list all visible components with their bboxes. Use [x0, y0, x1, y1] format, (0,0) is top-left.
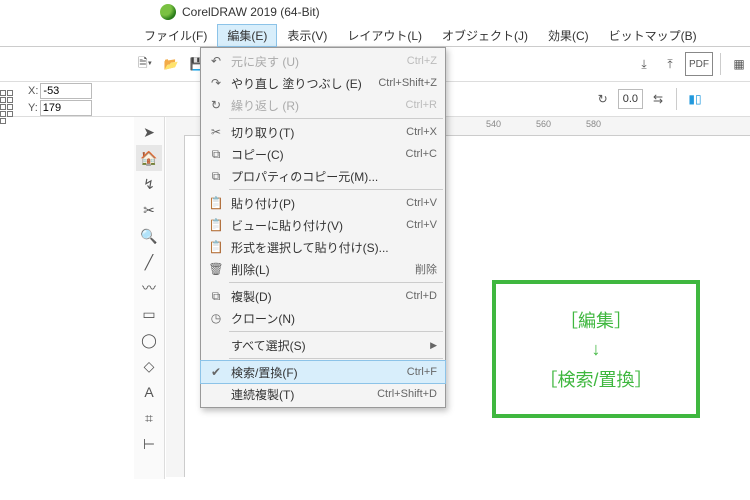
- menu-delete[interactable]: 🗑 削除(L) 削除: [201, 258, 445, 280]
- smear-tool-icon[interactable]: 〰: [136, 275, 162, 301]
- menu-copy[interactable]: ⧉ コピー(C) Ctrl+C: [201, 143, 445, 165]
- align-icon[interactable]: ▮▯: [684, 88, 706, 110]
- repeat-icon: ↻: [205, 98, 227, 112]
- callout-arrow: ↓: [592, 339, 601, 360]
- menu-bitmap[interactable]: ビットマップ(B): [599, 24, 707, 47]
- table-tool-icon[interactable]: ⌗: [136, 405, 162, 431]
- y-input[interactable]: [40, 100, 92, 116]
- duplicate-icon: ⧉: [205, 289, 227, 304]
- callout-line3: ［検索/置換］: [539, 366, 652, 392]
- zoom-tool-icon[interactable]: 🔍: [136, 223, 162, 249]
- mirror-icon[interactable]: ⇆: [647, 88, 669, 110]
- check-icon: ✔: [205, 365, 227, 379]
- paste-view-icon: 📋: [205, 218, 227, 232]
- ellipse-tool-icon[interactable]: ◯: [136, 327, 162, 353]
- text-tool-icon[interactable]: A: [136, 379, 162, 405]
- cut-icon: ✂: [205, 125, 227, 139]
- ruler-tick: 580: [586, 119, 601, 129]
- menu-repeat[interactable]: ↻ 繰り返し (R) Ctrl+R: [201, 94, 445, 116]
- clone-icon: ◷: [205, 311, 227, 325]
- crop-tool-icon[interactable]: ✂: [136, 197, 162, 223]
- menu-object[interactable]: オブジェクト(J): [432, 24, 538, 47]
- snap-icon[interactable]: ▦: [728, 53, 750, 75]
- pdf-icon[interactable]: PDF: [685, 52, 713, 76]
- menu-select-all[interactable]: すべて選択(S) ▶: [201, 334, 445, 356]
- menu-cut[interactable]: ✂ 切り取り(T) Ctrl+X: [201, 121, 445, 143]
- menu-copy-properties[interactable]: ⧉ プロパティのコピー元(M)...: [201, 165, 445, 187]
- menu-effect[interactable]: 効果(C): [538, 24, 599, 47]
- y-label: Y:: [28, 102, 38, 114]
- rotation-input[interactable]: 0.0: [618, 89, 643, 109]
- title-bar: CorelDRAW 2019 (64-Bit): [0, 0, 750, 24]
- annotation-callout: ［編集］ ↓ ［検索/置換］: [492, 280, 700, 418]
- rectangle-tool-icon[interactable]: ▭: [136, 301, 162, 327]
- x-label: X:: [28, 85, 38, 97]
- ruler-tick: 540: [486, 119, 501, 129]
- paste-icon: 📋: [205, 196, 227, 210]
- toolbox: ➤ 🏠 ↯ ✂ 🔍 ╱ 〰 ▭ ◯ ◇ A ⌗ ⊢: [134, 117, 165, 479]
- property-grip-icon: [0, 90, 18, 108]
- undo-icon: ↶: [205, 54, 227, 68]
- menu-duplicate[interactable]: ⧉ 複製(D) Ctrl+D: [201, 285, 445, 307]
- pick-tool-icon[interactable]: ➤: [136, 119, 162, 145]
- redo-icon: ↷: [205, 76, 227, 90]
- ruler-tick: 560: [536, 119, 551, 129]
- home-icon[interactable]: 🏠: [136, 145, 162, 171]
- open-icon[interactable]: 📂: [160, 53, 182, 75]
- menu-step-duplicate[interactable]: 連続複製(T) Ctrl+Shift+D: [201, 383, 445, 405]
- coreldraw-logo-icon: [160, 4, 176, 20]
- menu-redo[interactable]: ↷ やり直し 塗りつぶし (E) Ctrl+Shift+Z: [201, 72, 445, 94]
- paste-special-icon: 📋: [205, 240, 227, 254]
- copy-icon: ⧉: [205, 147, 227, 162]
- delete-icon: 🗑: [205, 262, 227, 276]
- polygon-tool-icon[interactable]: ◇: [136, 353, 162, 379]
- menu-layout[interactable]: レイアウト(L): [337, 24, 432, 47]
- new-doc-icon[interactable]: 🗎▾: [134, 53, 156, 75]
- menu-paste[interactable]: 📋 貼り付け(P) Ctrl+V: [201, 192, 445, 214]
- menu-view[interactable]: 表示(V): [277, 24, 337, 47]
- menu-paste-view[interactable]: 📋 ビューに貼り付け(V) Ctrl+V: [201, 214, 445, 236]
- freehand-tool-icon[interactable]: ╱: [136, 249, 162, 275]
- menu-find-replace[interactable]: ✔ 検索/置換(F) Ctrl+F: [201, 361, 445, 383]
- menu-edit[interactable]: 編集(E): [217, 24, 277, 47]
- copy-prop-icon: ⧉: [205, 169, 227, 184]
- shape-tool-icon[interactable]: ↯: [136, 171, 162, 197]
- rotate-icon[interactable]: ↻: [592, 88, 614, 110]
- ruler-vertical: [166, 135, 185, 477]
- export-icon[interactable]: ⤒: [659, 53, 681, 75]
- x-input[interactable]: [40, 83, 92, 99]
- menu-bar: ファイル(F) 編集(E) 表示(V) レイアウト(L) オブジェクト(J) 効…: [0, 24, 750, 47]
- menu-clone[interactable]: ◷ クローン(N): [201, 307, 445, 329]
- app-title: CorelDRAW 2019 (64-Bit): [182, 5, 320, 19]
- dimension-tool-icon[interactable]: ⊢: [136, 431, 162, 457]
- menu-paste-special[interactable]: 📋 形式を選択して貼り付け(S)...: [201, 236, 445, 258]
- menu-undo[interactable]: ↶ 元に戻す (U) Ctrl+Z: [201, 50, 445, 72]
- position-readout: X: Y:: [22, 81, 98, 118]
- import-icon[interactable]: ⤓: [633, 53, 655, 75]
- submenu-arrow-icon: ▶: [424, 340, 437, 351]
- edit-menu-dropdown: ↶ 元に戻す (U) Ctrl+Z ↷ やり直し 塗りつぶし (E) Ctrl+…: [200, 47, 446, 408]
- menu-file[interactable]: ファイル(F): [134, 24, 217, 47]
- callout-line1: ［編集］: [560, 307, 632, 333]
